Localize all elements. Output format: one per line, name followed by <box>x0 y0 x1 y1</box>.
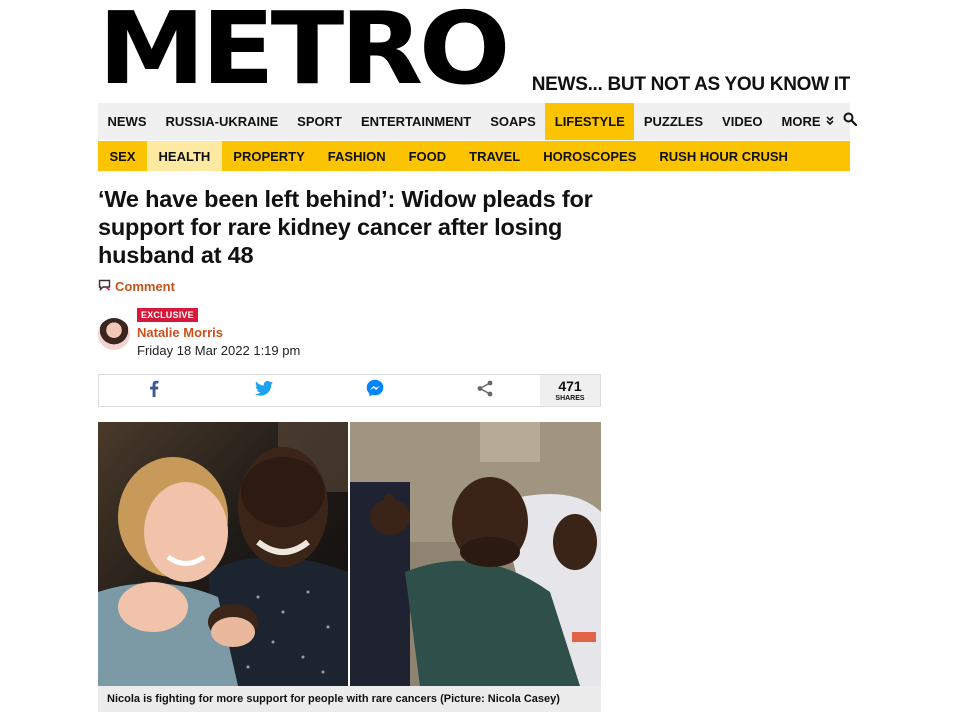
exclusive-badge: EXCLUSIVE <box>137 308 198 322</box>
nav-news[interactable]: NEWS <box>98 103 156 140</box>
share-facebook-button[interactable] <box>99 375 209 406</box>
subnav-travel[interactable]: TRAVEL <box>458 141 532 171</box>
share-count-number: 471 <box>558 378 582 394</box>
article-image: Nicola is fighting for more support for … <box>98 422 601 712</box>
share-messenger-button[interactable] <box>320 375 430 406</box>
nav-video[interactable]: VIDEO <box>713 103 772 140</box>
comment-link[interactable]: Comment <box>98 279 175 294</box>
metro-logo[interactable]: METRO <box>98 0 511 104</box>
primary-nav: NEWS RUSSIA-UKRAINE SPORT ENTERTAINMENT … <box>98 103 858 140</box>
nav-sport[interactable]: SPORT <box>288 103 352 140</box>
nav-soaps[interactable]: SOAPS <box>481 103 546 140</box>
tagline: NEWS... BUT NOT AS YOU KNOW IT <box>531 74 851 95</box>
double-chevron-down-icon <box>825 115 834 128</box>
nav-more[interactable]: MORE <box>772 103 843 140</box>
nav-russia-ukraine[interactable]: RUSSIA-UKRAINE <box>156 103 288 140</box>
share-count: 471 SHARES <box>540 375 600 406</box>
article-headline: ‘We have been left behind’: Widow pleads… <box>98 186 593 268</box>
comment-label: Comment <box>115 279 175 294</box>
photo-hospital[interactable] <box>350 422 601 686</box>
messenger-icon <box>366 379 384 402</box>
share-icon <box>477 380 493 402</box>
subnav-sex[interactable]: SEX <box>98 141 147 171</box>
comment-icon <box>98 279 111 294</box>
search-icon <box>843 112 858 131</box>
nav-entertainment[interactable]: ENTERTAINMENT <box>351 103 480 140</box>
share-generic-button[interactable] <box>430 375 540 406</box>
nav-lifestyle[interactable]: LIFESTYLE <box>545 103 635 140</box>
byline: EXCLUSIVE Natalie Morris Friday 18 Mar 2… <box>98 308 498 360</box>
masthead: METRO NEWS... BUT NOT AS YOU KNOW IT <box>98 0 851 104</box>
subnav-rush-hour-crush[interactable]: RUSH HOUR CRUSH <box>648 141 800 171</box>
author-avatar[interactable] <box>98 318 130 350</box>
facebook-icon <box>149 380 159 402</box>
secondary-nav: SEX HEALTH PROPERTY FASHION FOOD TRAVEL … <box>98 141 850 171</box>
subnav-property[interactable]: PROPERTY <box>222 141 317 171</box>
share-twitter-button[interactable] <box>209 375 319 406</box>
search-button[interactable] <box>843 103 858 140</box>
nav-puzzles[interactable]: PUZZLES <box>634 103 712 140</box>
subnav-food[interactable]: FOOD <box>397 141 458 171</box>
share-bar: 471 SHARES <box>98 374 601 407</box>
nav-more-label: MORE <box>781 114 821 129</box>
subnav-horoscopes[interactable]: HOROSCOPES <box>532 141 648 171</box>
author-name[interactable]: Natalie Morris <box>137 325 223 340</box>
subnav-fashion[interactable]: FASHION <box>316 141 397 171</box>
subnav-health[interactable]: HEALTH <box>147 141 222 171</box>
share-count-label: SHARES <box>555 395 585 402</box>
image-caption: Nicola is fighting for more support for … <box>98 686 601 712</box>
twitter-icon <box>255 380 274 401</box>
photo-couple[interactable] <box>98 422 348 686</box>
publish-date: Friday 18 Mar 2022 1:19 pm <box>137 343 301 358</box>
